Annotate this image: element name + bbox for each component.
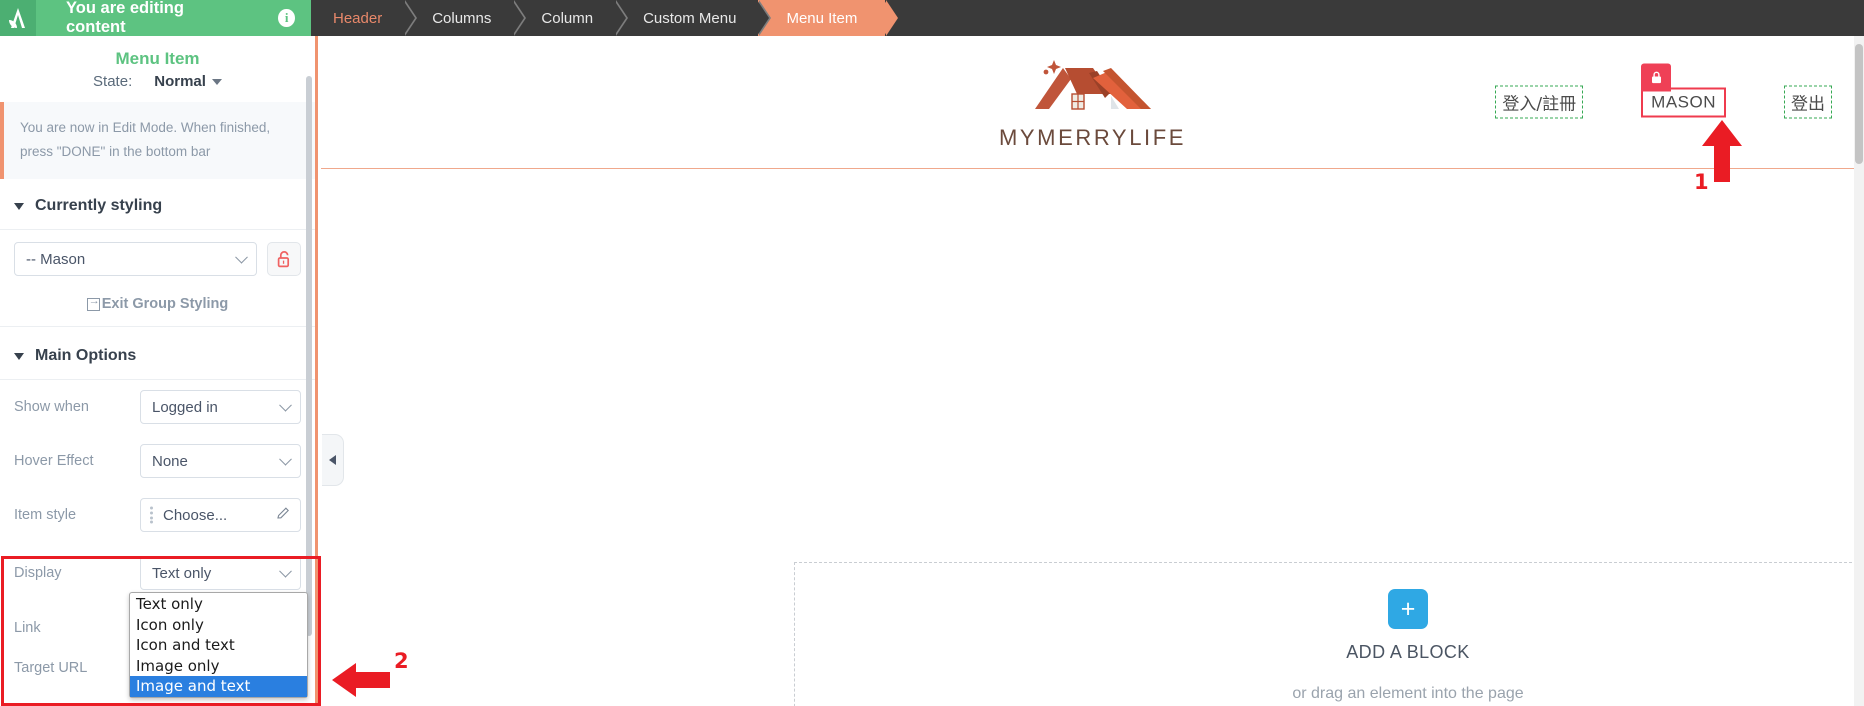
state-selector[interactable]: State: Normal [0, 73, 315, 102]
chevron-down-icon [279, 453, 292, 466]
chevron-down-icon [235, 251, 248, 264]
field-show-when: Show when Logged in [0, 380, 315, 434]
state-value-text: Normal [154, 73, 206, 90]
leaf-logo-icon[interactable] [0, 0, 36, 36]
styling-group-select[interactable]: -- Mason [14, 242, 257, 277]
exit-group-styling-button[interactable]: Exit Group Styling [0, 286, 315, 328]
section-currently-styling-label: Currently styling [35, 197, 163, 215]
panel-scrollbar-thumb[interactable] [306, 76, 312, 636]
menu-item-login-register[interactable]: 登入/註冊 [1495, 85, 1584, 119]
drag-dots-icon [150, 506, 153, 524]
breadcrumb-item-header[interactable]: Header [311, 0, 418, 36]
breadcrumb: Header Columns Column Custom Menu Menu I… [311, 0, 899, 36]
add-block-title: ADD A BLOCK [1346, 642, 1470, 662]
chevron-down-icon [14, 202, 24, 210]
menu-item-logout[interactable]: 登出 [1784, 85, 1832, 119]
panel-collapse-handle[interactable] [322, 434, 344, 486]
field-item-style-label: Item style [14, 507, 77, 524]
field-link-label: Link [14, 620, 41, 637]
show-when-select[interactable]: Logged in [140, 390, 301, 425]
styling-group-value: -- Mason [26, 250, 86, 268]
unlock-icon[interactable] [267, 242, 301, 277]
field-hover-effect: Hover Effect None [0, 434, 315, 488]
state-value[interactable]: Normal [154, 73, 222, 90]
info-icon[interactable]: i [278, 9, 295, 27]
annotation-number-1: 1 [1694, 170, 1709, 194]
display-select[interactable]: Text only [140, 556, 301, 591]
menu-item-mason-label: MASON [1651, 92, 1716, 111]
pencil-icon[interactable] [276, 506, 291, 525]
menu-item-mason[interactable]: MASON [1641, 63, 1726, 117]
chevron-down-icon [14, 352, 24, 360]
page-scrollbar-thumb[interactable] [1855, 44, 1863, 164]
chevron-left-icon [329, 455, 336, 465]
field-show-when-label: Show when [14, 399, 89, 416]
site-logo[interactable]: MYMERRYLIFE [999, 54, 1186, 151]
hover-effect-select[interactable]: None [140, 444, 301, 479]
add-block-subtitle: or drag an element into the page [1292, 685, 1524, 702]
breadcrumb-item-columns[interactable]: Columns [404, 0, 527, 36]
currently-styling-row: -- Mason [0, 230, 315, 286]
site-menu: 登入/註冊 MASON 登出 [1495, 63, 1832, 119]
dropdown-option-image-only[interactable]: Image only [130, 656, 307, 677]
page-preview-canvas: MYMERRYLIFE 登入/註冊 MASON 登出 + ADD A BLOCK… [321, 36, 1864, 706]
field-hover-effect-label: Hover Effect [14, 453, 94, 470]
add-block-dropzone[interactable]: + ADD A BLOCK or drag an element into th… [794, 562, 1864, 706]
site-header: MYMERRYLIFE 登入/註冊 MASON 登出 [321, 36, 1864, 169]
exit-icon [86, 295, 101, 311]
breadcrumb-item-menu-item[interactable]: Menu Item [758, 0, 899, 36]
field-display-label: Display [14, 565, 62, 582]
dropdown-option-text-only[interactable]: Text only [130, 594, 307, 615]
state-label: State: [93, 73, 133, 90]
annotation-number-2: 2 [394, 649, 409, 673]
breadcrumb-item-custom-menu[interactable]: Custom Menu [615, 0, 772, 36]
display-value: Text only [152, 564, 212, 582]
field-target-url-label: Target URL [14, 660, 88, 677]
dropdown-option-icon-only[interactable]: Icon only [130, 615, 307, 636]
dropdown-option-image-and-text[interactable]: Image and text [130, 676, 307, 697]
lock-icon[interactable] [1641, 63, 1672, 91]
field-item-style: Item style Choose... [0, 488, 315, 542]
dropdown-option-icon-and-text[interactable]: Icon and text [130, 635, 307, 656]
edit-banner-label: You are editing content [66, 0, 184, 36]
chevron-down-icon [279, 399, 292, 412]
panel-title: Menu Item [115, 49, 200, 68]
top-editor-bar: You are editing content i Header Columns… [0, 0, 1864, 36]
show-when-value: Logged in [152, 398, 218, 416]
display-dropdown-list[interactable]: Text only Icon only Icon and text Image … [129, 592, 308, 698]
annotation-arrow-2 [332, 663, 390, 702]
chevron-down-icon [211, 78, 222, 85]
chevron-down-icon [279, 565, 292, 578]
item-style-value: Choose... [163, 506, 228, 524]
plus-icon[interactable]: + [1388, 589, 1428, 629]
section-currently-styling[interactable]: Currently styling [0, 179, 315, 231]
hover-effect-value: None [152, 452, 188, 470]
site-logo-wordmark: MYMERRYLIFE [998, 124, 1187, 150]
item-style-select[interactable]: Choose... [140, 498, 301, 533]
section-main-options-label: Main Options [35, 347, 137, 365]
edit-mode-notice: You are now in Edit Mode. When finished,… [0, 102, 315, 180]
house-roof-logo-icon [1015, 54, 1171, 121]
section-main-options[interactable]: Main Options [0, 327, 315, 381]
exit-group-styling-label: Exit Group Styling [101, 296, 229, 313]
breadcrumb-item-column[interactable]: Column [513, 0, 628, 36]
edit-mode-banner: You are editing content i [36, 0, 311, 36]
